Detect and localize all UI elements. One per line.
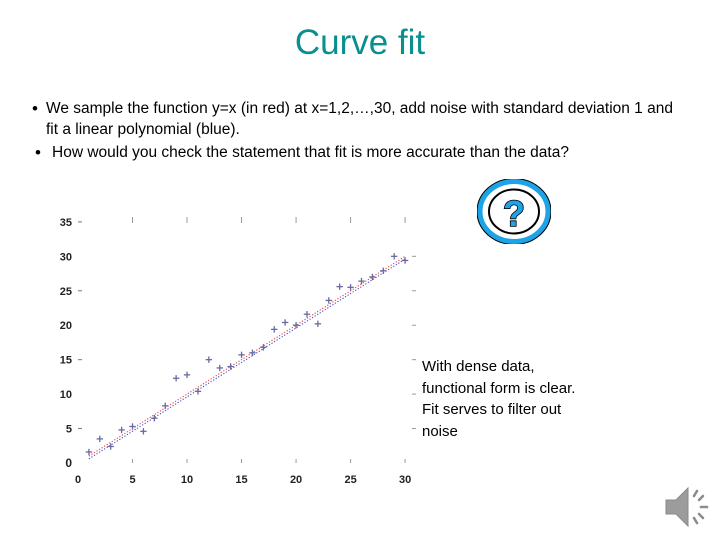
scatter-points bbox=[85, 253, 409, 456]
x-axis-tick-label: 10 bbox=[181, 474, 193, 486]
y-axis-tick-label: 15 bbox=[60, 355, 72, 367]
speaker-icon[interactable] bbox=[662, 481, 714, 533]
question-mark-clipart: ? bbox=[476, 178, 552, 245]
x-axis-tick-label: 30 bbox=[399, 474, 411, 486]
scatter-plot: 0 5 10 15 20 25 30 35 0 5 10 15 20 25 30 bbox=[44, 205, 424, 495]
svg-text:?: ? bbox=[503, 193, 525, 234]
caption-line: Fit serves to filter out bbox=[422, 401, 562, 418]
y-axis-tick-label: 5 bbox=[66, 424, 72, 436]
caption-text: With dense data, functional form is clea… bbox=[422, 356, 652, 442]
bullet-marker-icon: • bbox=[35, 143, 41, 162]
x-axis-tick-label: 15 bbox=[235, 474, 247, 486]
bullet-text: We sample the function y=x (in red) at x… bbox=[46, 100, 673, 138]
slide-canvas: Curve fit • We sample the function y=x (… bbox=[0, 0, 720, 540]
bullet-text: How would you check the statement that f… bbox=[52, 144, 569, 161]
plot-line bbox=[88, 258, 406, 460]
y-axis-tick-label: 25 bbox=[60, 286, 72, 298]
list-item: • How would you check the statement that… bbox=[24, 142, 674, 163]
bullet-list: • We sample the function y=x (in red) at… bbox=[24, 98, 674, 165]
caption-line: noise bbox=[422, 422, 458, 440]
caption-line: With dense data, bbox=[422, 358, 535, 375]
y-axis-tick-label: 35 bbox=[60, 217, 72, 229]
page-title: Curve fit bbox=[294, 23, 426, 62]
x-axis-tick-label: 25 bbox=[344, 474, 356, 486]
y-axis-tick-label: 0 bbox=[65, 456, 72, 470]
caption-line: functional form is clear. bbox=[422, 379, 576, 397]
plot-line bbox=[88, 255, 406, 457]
bullet-marker-icon: • bbox=[32, 99, 38, 118]
plot-canvas: 0 5 10 15 20 25 30 35 0 5 10 15 20 25 30 bbox=[60, 217, 416, 486]
x-axis-tick-label: 5 bbox=[129, 474, 135, 486]
y-axis-tick-label: 20 bbox=[60, 320, 72, 332]
x-axis-tick-label: 0 bbox=[75, 474, 81, 486]
y-axis-tick-label: 10 bbox=[60, 389, 72, 401]
list-item: • We sample the function y=x (in red) at… bbox=[24, 98, 674, 140]
y-axis-tick-label: 30 bbox=[60, 251, 72, 263]
x-axis-tick-label: 20 bbox=[290, 474, 302, 486]
